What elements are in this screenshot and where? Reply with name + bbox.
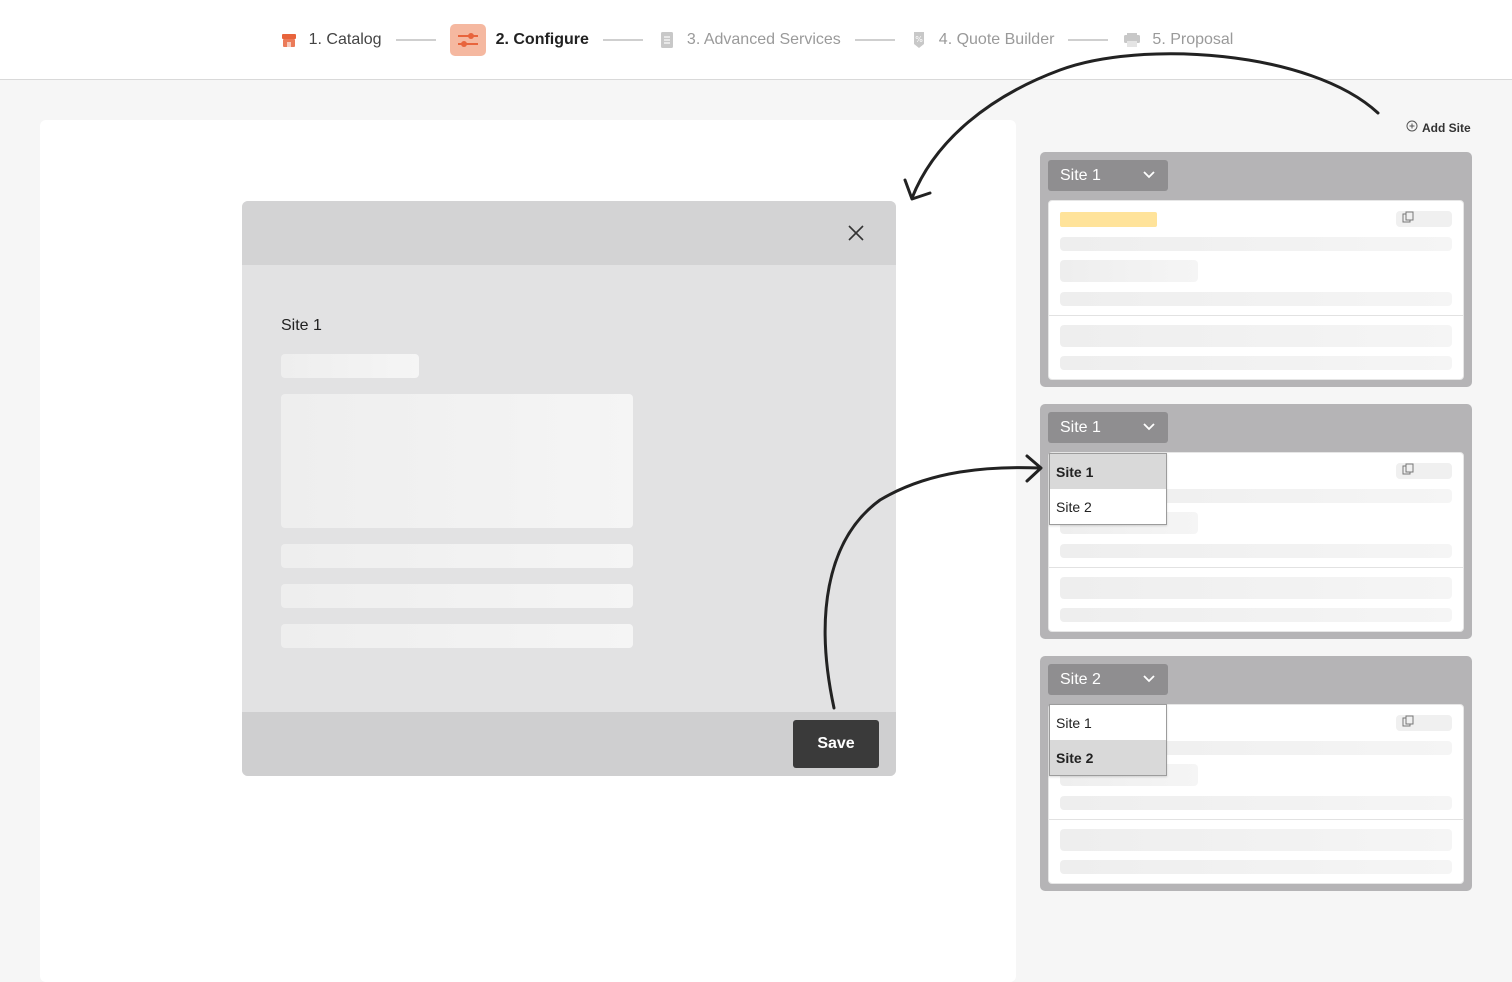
chevron-down-icon bbox=[1142, 167, 1156, 185]
step-proposal[interactable]: 5. Proposal bbox=[1122, 22, 1233, 58]
site-select[interactable]: Site 1 bbox=[1048, 412, 1168, 443]
skeleton-line bbox=[1060, 292, 1452, 306]
copy-icon bbox=[1402, 462, 1414, 480]
document-icon bbox=[657, 30, 677, 50]
top-bar: 1. Catalog 2. Configure 3. Advanced Serv… bbox=[0, 0, 1512, 80]
step-connector bbox=[395, 39, 436, 41]
dropdown-option-site-2[interactable]: Site 2 bbox=[1050, 740, 1166, 775]
copy-icon bbox=[1402, 210, 1414, 228]
skeleton-block bbox=[281, 394, 633, 528]
step-label: 2. Configure bbox=[495, 31, 589, 48]
progress-stepper: 1. Catalog 2. Configure 3. Advanced Serv… bbox=[0, 22, 1512, 58]
step-label: 5. Proposal bbox=[1152, 31, 1234, 48]
site-select-value: Site 1 bbox=[1060, 166, 1101, 184]
dropdown-option-site-2[interactable]: Site 2 bbox=[1050, 489, 1166, 524]
site-select-value: Site 1 bbox=[1060, 418, 1101, 436]
skeleton-line bbox=[1060, 577, 1452, 599]
step-connector bbox=[1068, 39, 1109, 41]
step-label: 4. Quote Builder bbox=[938, 31, 1055, 48]
skeleton-line bbox=[1060, 356, 1452, 370]
skeleton-line bbox=[1060, 237, 1452, 251]
chevron-down-icon bbox=[1142, 419, 1156, 437]
skeleton-line bbox=[1060, 544, 1452, 558]
step-configure[interactable]: 2. Configure bbox=[449, 22, 589, 58]
step-catalog[interactable]: 1. Catalog bbox=[279, 22, 382, 58]
modal-site-label: Site 1 bbox=[281, 317, 322, 334]
step-advanced-services[interactable]: 3. Advanced Services bbox=[657, 22, 841, 58]
step-label: 1. Catalog bbox=[308, 31, 382, 48]
add-site-label: Add Site bbox=[1422, 120, 1471, 135]
site-select[interactable]: Site 1 bbox=[1048, 160, 1168, 191]
dropdown-option-site-1[interactable]: Site 1 bbox=[1050, 705, 1166, 740]
skeleton-line bbox=[281, 584, 633, 608]
skeleton-line bbox=[1060, 325, 1452, 347]
divider bbox=[1049, 819, 1463, 820]
store-icon bbox=[279, 30, 299, 50]
skeleton-line bbox=[1060, 608, 1452, 622]
highlight-bar bbox=[1060, 212, 1157, 227]
add-site-button[interactable]: Add Site bbox=[1406, 120, 1471, 135]
skeleton-line bbox=[281, 544, 633, 568]
site-select[interactable]: Site 2 bbox=[1048, 664, 1168, 695]
step-connector bbox=[602, 39, 643, 41]
site-dropdown-menu: Site 1 Site 2 bbox=[1049, 704, 1167, 776]
arrow-head bbox=[1025, 454, 1043, 483]
close-icon[interactable] bbox=[846, 223, 866, 243]
copy-icon bbox=[1402, 714, 1414, 732]
step-label: 3. Advanced Services bbox=[686, 31, 841, 48]
skeleton-line bbox=[1060, 260, 1198, 282]
printer-icon bbox=[1122, 30, 1142, 50]
site-select-value: Site 2 bbox=[1060, 670, 1101, 688]
copy-button[interactable] bbox=[1396, 715, 1452, 731]
chevron-down-icon bbox=[1142, 671, 1156, 689]
divider bbox=[1049, 315, 1463, 316]
plus-circle-icon bbox=[1406, 120, 1418, 135]
save-button[interactable]: Save bbox=[793, 720, 879, 768]
modal-header bbox=[242, 201, 896, 265]
modal-footer: Save bbox=[242, 712, 896, 776]
copy-button[interactable] bbox=[1396, 463, 1452, 479]
skeleton-field bbox=[281, 354, 419, 378]
skeleton-line bbox=[1060, 860, 1452, 874]
site-card: Site 1 bbox=[1040, 152, 1472, 387]
skeleton-line bbox=[1060, 829, 1452, 851]
dropdown-option-site-1[interactable]: Site 1 bbox=[1050, 454, 1166, 489]
step-quote-builder[interactable]: % 4. Quote Builder bbox=[909, 22, 1055, 58]
tag-icon: % bbox=[909, 30, 929, 50]
skeleton-line bbox=[281, 624, 633, 648]
svg-text:%: % bbox=[915, 35, 923, 44]
copy-button[interactable] bbox=[1396, 211, 1452, 227]
skeleton-line bbox=[1060, 796, 1452, 810]
site-dropdown-menu: Site 1 Site 2 bbox=[1049, 453, 1167, 525]
divider bbox=[1049, 567, 1463, 568]
site-card-body bbox=[1048, 200, 1464, 380]
sliders-icon bbox=[449, 24, 486, 56]
site-config-modal: Site 1 Save bbox=[242, 201, 896, 776]
step-connector bbox=[854, 39, 895, 41]
